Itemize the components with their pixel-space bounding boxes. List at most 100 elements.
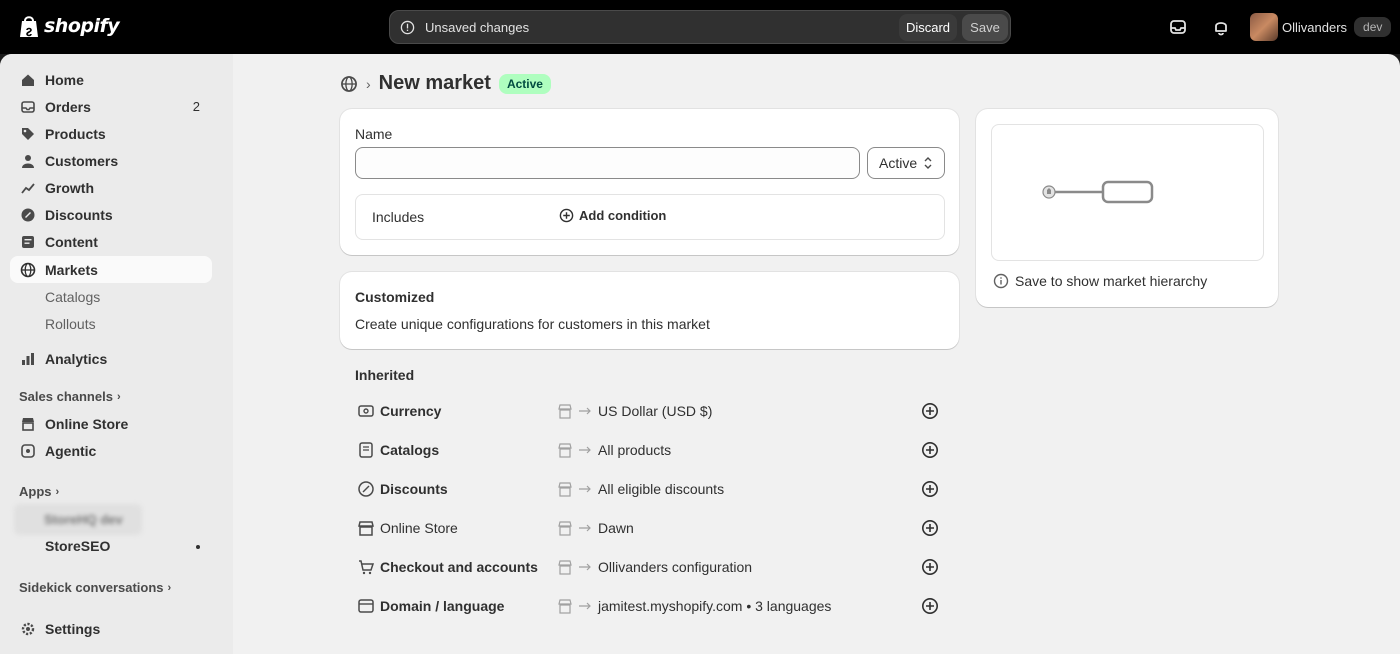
sidebar-item-content[interactable]: Content xyxy=(10,228,212,255)
sidebar-item-label: Content xyxy=(45,233,98,250)
currency-icon xyxy=(358,405,374,417)
name-input[interactable] xyxy=(355,147,860,179)
status-badge: Active xyxy=(498,73,551,94)
sidebar-item-storeseo[interactable]: StoreSEO xyxy=(10,532,212,559)
shop-icon xyxy=(558,443,572,458)
globe-icon xyxy=(20,262,36,277)
checkout-icon xyxy=(359,560,375,575)
breadcrumb: › New market Active xyxy=(340,72,551,95)
sidebar-item-label: Products xyxy=(45,125,106,142)
globe-icon[interactable] xyxy=(340,75,358,93)
store-dev-badge: dev xyxy=(1354,17,1392,37)
sidebar-item-home[interactable]: Home xyxy=(10,66,212,93)
inherited-list: Currency US Dollar (USD $) Catalogs All … xyxy=(340,392,959,632)
plus-circle-icon[interactable] xyxy=(921,480,939,498)
arrow-right-icon xyxy=(579,524,591,532)
storeseo-app-icon xyxy=(21,538,35,553)
plus-circle-icon[interactable] xyxy=(921,441,939,459)
customized-title: Customized xyxy=(355,289,435,305)
sidebar-item-products[interactable]: Products xyxy=(10,120,212,147)
inherited-row-currency: Currency US Dollar (USD $) xyxy=(355,392,945,431)
admin-frame: Home Orders 2 Products Customers Growth … xyxy=(0,54,1400,654)
sales-channels-heading[interactable]: Sales channels › xyxy=(19,389,121,404)
shopify-bag-icon xyxy=(20,16,38,37)
sidebar-item-markets[interactable]: Markets xyxy=(10,256,212,283)
sidebar-item-label: Analytics xyxy=(45,350,108,367)
name-label: Name xyxy=(355,126,393,142)
alert-icon xyxy=(400,20,415,35)
store-name: Ollivanders xyxy=(1282,19,1348,35)
shop-icon xyxy=(558,560,572,575)
plus-circle-icon xyxy=(559,208,574,223)
inherited-title: Inherited xyxy=(355,367,415,383)
sidebar-item-label: Orders xyxy=(45,98,91,115)
hierarchy-preview xyxy=(991,124,1264,261)
sidebar: Home Orders 2 Products Customers Growth … xyxy=(0,54,233,654)
hierarchy-diagram-icon xyxy=(1042,180,1154,204)
sidebar-item-label: Online Store xyxy=(45,415,129,432)
sidebar-item-label: Rollouts xyxy=(45,315,96,332)
plus-circle-icon[interactable] xyxy=(921,519,939,537)
inherited-value: All eligible discounts xyxy=(598,481,725,497)
customized-card: Customized Create unique configurations … xyxy=(340,272,959,349)
chevron-right-icon: › xyxy=(55,485,60,498)
plus-circle-icon[interactable] xyxy=(921,597,939,615)
sidebar-item-agentic[interactable]: Agentic xyxy=(10,437,212,464)
bell-icon[interactable] xyxy=(1211,17,1231,37)
plus-circle-icon[interactable] xyxy=(921,402,939,420)
market-hierarchy-card: Save to show market hierarchy xyxy=(976,109,1278,307)
tag-icon xyxy=(22,127,34,140)
customized-description: Create unique configurations for custome… xyxy=(355,316,710,332)
chevron-right-icon: › xyxy=(167,581,172,594)
apps-heading[interactable]: Apps › xyxy=(19,484,59,499)
inherited-key: Catalogs xyxy=(380,442,440,458)
discard-button[interactable]: Discard xyxy=(899,14,957,41)
inherited-value: Dawn xyxy=(598,520,634,536)
shop-icon xyxy=(558,599,572,614)
inherited-key: Currency xyxy=(380,403,442,419)
sidebar-item-label: StoreSEO xyxy=(45,537,111,554)
hierarchy-hint: Save to show market hierarchy xyxy=(993,273,1207,289)
inherited-value: jamitest.myshopify.com • 3 languages xyxy=(598,598,832,614)
status-select[interactable]: Active xyxy=(867,147,945,179)
sidebar-item-storehq-dev[interactable]: StoreHQ dev xyxy=(14,504,142,535)
page-title: New market xyxy=(378,72,491,94)
store-icon xyxy=(22,417,34,431)
inherited-row-domain: Domain / language jamitest.myshopify.com… xyxy=(355,587,945,626)
shopify-logo[interactable]: shopify xyxy=(18,14,120,38)
sidebar-item-catalogs[interactable]: Catalogs xyxy=(10,283,212,310)
sidebar-item-rollouts[interactable]: Rollouts xyxy=(10,310,212,337)
chevron-right-icon: › xyxy=(116,390,121,403)
inherited-key: Discounts xyxy=(380,481,448,497)
orders-count-badge: 2 xyxy=(192,99,200,114)
sidekick-label: Sidekick conversations xyxy=(19,580,164,595)
sidebar-item-growth[interactable]: Growth xyxy=(10,174,212,201)
sidebar-item-label: Agentic xyxy=(45,442,97,459)
person-icon xyxy=(22,154,34,168)
inherited-row-discounts: Discounts All eligible discounts xyxy=(355,470,945,509)
inherited-value: US Dollar (USD $) xyxy=(598,403,713,419)
plus-circle-icon[interactable] xyxy=(921,558,939,576)
sidebar-item-label: Home xyxy=(45,71,84,88)
gear-icon xyxy=(21,622,35,635)
unsaved-changes-text: Unsaved changes xyxy=(425,20,530,35)
arrow-right-icon xyxy=(579,446,591,454)
home-icon xyxy=(22,74,34,86)
sales-channels-label: Sales channels xyxy=(19,389,113,404)
add-condition-button[interactable]: Add condition xyxy=(559,208,666,223)
store-menu[interactable]: Ollivanders dev xyxy=(1250,13,1392,41)
sidebar-item-orders[interactable]: Orders 2 xyxy=(10,93,212,120)
inbox-icon[interactable] xyxy=(1168,17,1188,37)
arrow-right-icon xyxy=(579,563,591,571)
sidebar-item-analytics[interactable]: Analytics xyxy=(10,345,212,372)
sidebar-item-online-store[interactable]: Online Store xyxy=(10,410,212,437)
sidekick-conversations-heading[interactable]: Sidekick conversations › xyxy=(19,580,171,595)
includes-label: Includes xyxy=(372,209,425,225)
save-button[interactable]: Save xyxy=(962,14,1008,41)
sidebar-item-discounts[interactable]: Discounts xyxy=(10,201,212,228)
domain-icon xyxy=(358,599,374,613)
sidebar-item-settings[interactable]: Settings xyxy=(10,615,212,642)
market-name-card: Name Active Includes Add condition xyxy=(340,109,959,255)
store-avatar xyxy=(1250,13,1278,41)
sidebar-item-customers[interactable]: Customers xyxy=(10,147,212,174)
